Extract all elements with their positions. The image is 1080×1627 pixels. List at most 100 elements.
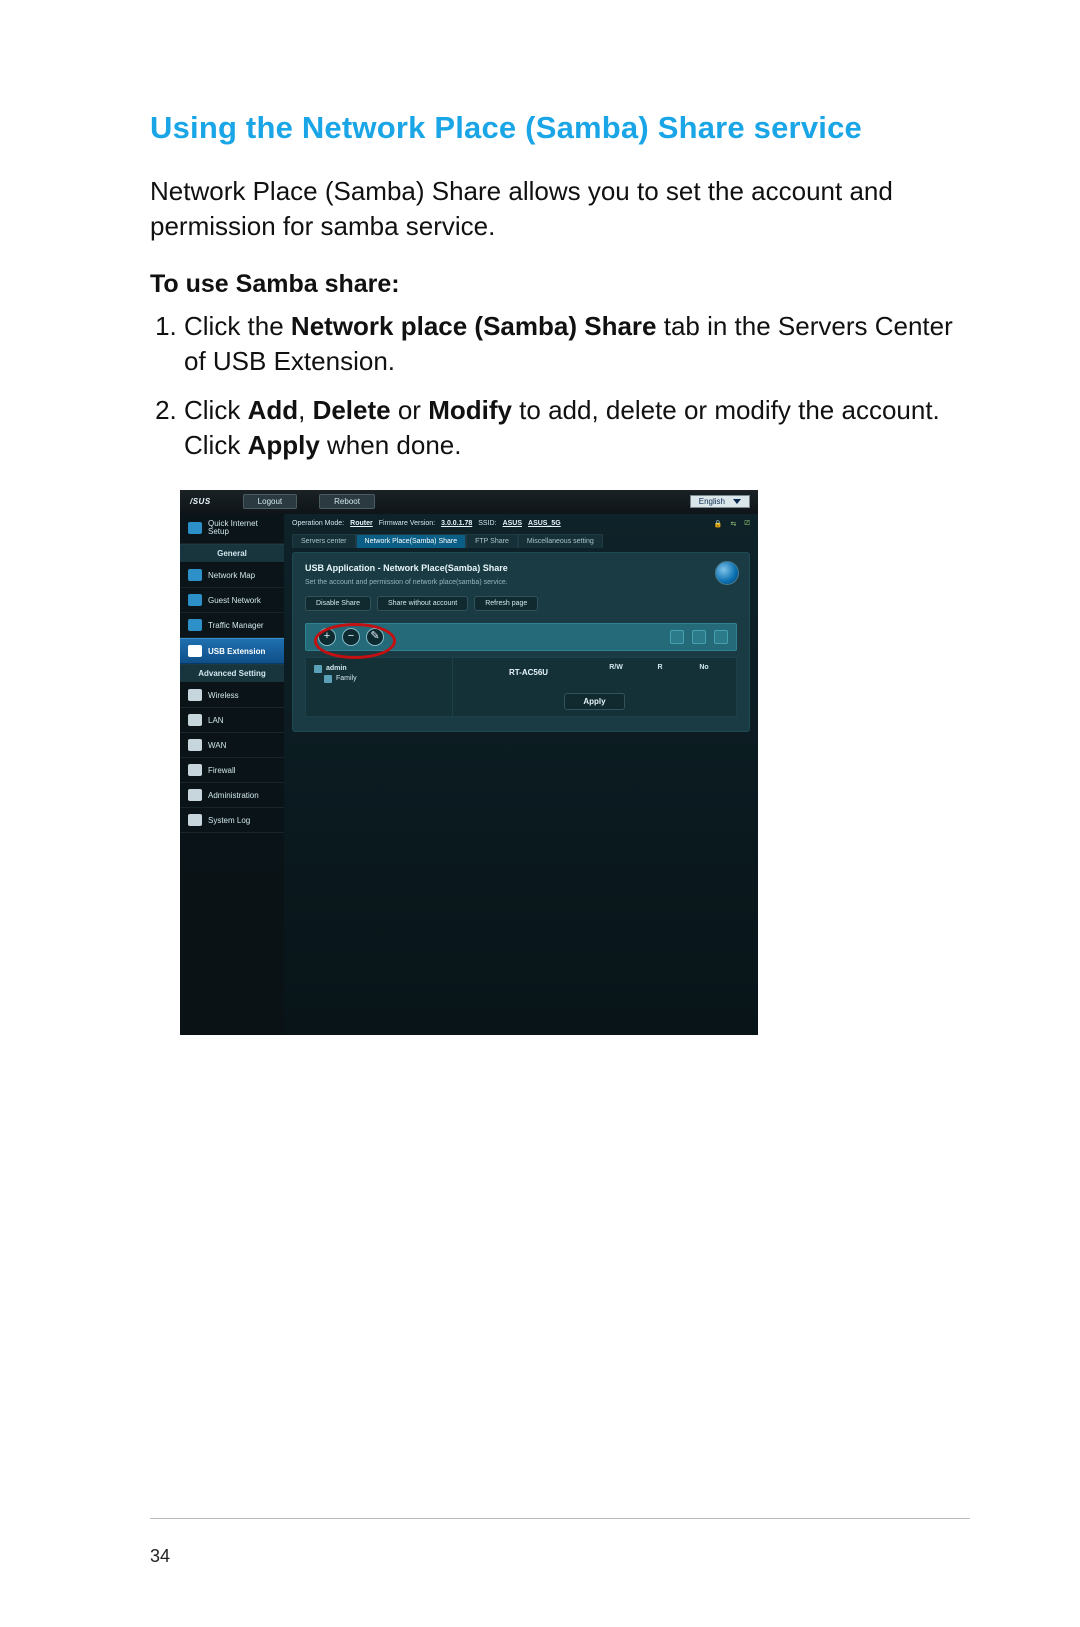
step-text: or bbox=[391, 395, 429, 425]
op-mode-label: Operation Mode: bbox=[292, 520, 344, 527]
step-text: Click bbox=[184, 395, 248, 425]
guest-icon bbox=[188, 594, 202, 606]
modify-button[interactable]: ✎ bbox=[366, 628, 384, 646]
sidebar-item-wireless[interactable]: Wireless bbox=[180, 683, 284, 708]
document-page: Using the Network Place (Samba) Share se… bbox=[0, 0, 1080, 1627]
col-rw: R/W bbox=[594, 664, 638, 677]
step-text: Click the bbox=[184, 311, 291, 341]
column-headers: RT-AC56U R/W R No bbox=[463, 664, 726, 677]
usb-icon bbox=[188, 645, 202, 657]
tab-samba-share[interactable]: Network Place(Samba) Share bbox=[356, 534, 467, 548]
col-no: No bbox=[682, 664, 726, 677]
top-right: English bbox=[690, 495, 758, 508]
user-icon bbox=[314, 665, 322, 673]
wifi-icon: ⇆ bbox=[731, 520, 737, 528]
language-select[interactable]: English bbox=[690, 495, 750, 508]
circle-button-group: + − ✎ bbox=[314, 626, 388, 648]
globe-icon bbox=[715, 561, 739, 585]
sidebar-item-firewall[interactable]: Firewall bbox=[180, 758, 284, 783]
intro-paragraph: Network Place (Samba) Share allows you t… bbox=[150, 174, 970, 244]
folder-icon bbox=[324, 675, 332, 683]
sidebar-item-guest-network[interactable]: Guest Network bbox=[180, 588, 284, 613]
logout-button[interactable]: Logout bbox=[243, 494, 297, 509]
step-bold: Delete bbox=[313, 395, 391, 425]
sidebar-item-system-log[interactable]: System Log bbox=[180, 808, 284, 833]
tree-item-admin[interactable]: admin bbox=[314, 664, 444, 674]
sidebar-label: Wireless bbox=[208, 691, 239, 700]
folder-delete-icon[interactable] bbox=[692, 630, 706, 644]
top-bar: /SUS Logout Reboot English bbox=[180, 490, 758, 514]
wrench-icon bbox=[188, 789, 202, 801]
step-bold: Modify bbox=[428, 395, 512, 425]
ssid-value-1[interactable]: ASUS bbox=[503, 520, 522, 527]
chevron-down-icon bbox=[733, 499, 741, 504]
wrench-icon bbox=[188, 714, 202, 726]
wrench-icon bbox=[188, 739, 202, 751]
tab-servers-center[interactable]: Servers center bbox=[292, 534, 356, 548]
sidebar-item-administration[interactable]: Administration bbox=[180, 783, 284, 808]
col-r: R bbox=[638, 664, 682, 677]
op-mode-value[interactable]: Router bbox=[350, 520, 373, 527]
step-1: Click the Network place (Samba) Share ta… bbox=[184, 309, 970, 379]
tab-row: Servers center Network Place(Samba) Shar… bbox=[292, 534, 750, 548]
sidebar-item-quick-setup[interactable]: Quick Internet Setup bbox=[180, 514, 284, 545]
lock-icon: 🔒 bbox=[714, 520, 723, 528]
sidebar-item-lan[interactable]: LAN bbox=[180, 708, 284, 733]
wrench-icon bbox=[188, 689, 202, 701]
fw-label: Firmware Version: bbox=[379, 520, 435, 527]
sidebar-label: WAN bbox=[208, 741, 226, 750]
step-text: , bbox=[298, 395, 312, 425]
sidebar-label: Traffic Manager bbox=[208, 621, 264, 630]
traffic-icon bbox=[188, 619, 202, 631]
sidebar: Quick Internet Setup General Network Map… bbox=[180, 514, 284, 1035]
panel-subtitle: Set the account and permission of networ… bbox=[305, 579, 737, 586]
usb-status-icon: ⎚ bbox=[744, 520, 750, 528]
sidebar-item-network-map[interactable]: Network Map bbox=[180, 563, 284, 588]
section-title: Using the Network Place (Samba) Share se… bbox=[150, 110, 970, 146]
main-panel: Operation Mode: Router Firmware Version:… bbox=[284, 514, 758, 1035]
device-name: RT-AC56U bbox=[463, 668, 594, 677]
router-ui-screenshot: /SUS Logout Reboot English Quick Interne… bbox=[180, 490, 758, 1035]
sidebar-item-usb-extension[interactable]: USB Extension bbox=[180, 638, 284, 664]
sidebar-label: LAN bbox=[208, 716, 224, 725]
delete-button[interactable]: − bbox=[342, 628, 360, 646]
sub-heading: To use Samba share: bbox=[150, 270, 970, 299]
share-content: RT-AC56U R/W R No Apply bbox=[453, 658, 736, 716]
disable-share-button[interactable]: Disable Share bbox=[305, 596, 371, 611]
account-toolbar: + − ✎ bbox=[305, 623, 737, 651]
account-tree: admin Family bbox=[306, 658, 453, 716]
refresh-page-button[interactable]: Refresh page bbox=[474, 596, 538, 611]
wrench-icon bbox=[188, 814, 202, 826]
globe-icon bbox=[188, 522, 202, 534]
content-panel: USB Application - Network Place(Samba) S… bbox=[292, 552, 750, 732]
ssid-value-2[interactable]: ASUS_5G bbox=[528, 520, 561, 527]
fw-value[interactable]: 3.0.0.1.78 bbox=[441, 520, 472, 527]
share-without-account-button[interactable]: Share without account bbox=[377, 596, 468, 611]
sidebar-label: Firewall bbox=[208, 766, 236, 775]
panel-button-row: Disable Share Share without account Refr… bbox=[305, 596, 737, 611]
add-button[interactable]: + bbox=[318, 628, 336, 646]
status-icons: 🔒 ⇆ ⎚ bbox=[714, 520, 750, 528]
reboot-button[interactable]: Reboot bbox=[319, 494, 375, 509]
tree-label: admin bbox=[326, 665, 347, 672]
sidebar-label: USB Extension bbox=[208, 647, 265, 656]
step-bold: Add bbox=[248, 395, 299, 425]
folder-add-icon[interactable] bbox=[670, 630, 684, 644]
sidebar-item-traffic-manager[interactable]: Traffic Manager bbox=[180, 613, 284, 638]
sidebar-item-wan[interactable]: WAN bbox=[180, 733, 284, 758]
step-bold: Network place (Samba) Share bbox=[291, 311, 657, 341]
tab-misc-setting[interactable]: Miscellaneous setting bbox=[518, 534, 603, 548]
tab-ftp-share[interactable]: FTP Share bbox=[466, 534, 518, 548]
sidebar-label: Quick Internet Setup bbox=[208, 520, 278, 538]
apply-wrap: Apply bbox=[463, 693, 726, 710]
apply-button[interactable]: Apply bbox=[564, 693, 624, 710]
sidebar-group-general: General bbox=[180, 544, 284, 563]
body-wrap: Quick Internet Setup General Network Map… bbox=[180, 514, 758, 1035]
folder-edit-icon[interactable] bbox=[714, 630, 728, 644]
sidebar-label: Administration bbox=[208, 791, 259, 800]
sidebar-label: Guest Network bbox=[208, 596, 261, 605]
page-number: 34 bbox=[150, 1546, 170, 1567]
footer-rule bbox=[150, 1518, 970, 1519]
tree-item-family[interactable]: Family bbox=[324, 674, 444, 684]
ssid-label: SSID: bbox=[478, 520, 496, 527]
